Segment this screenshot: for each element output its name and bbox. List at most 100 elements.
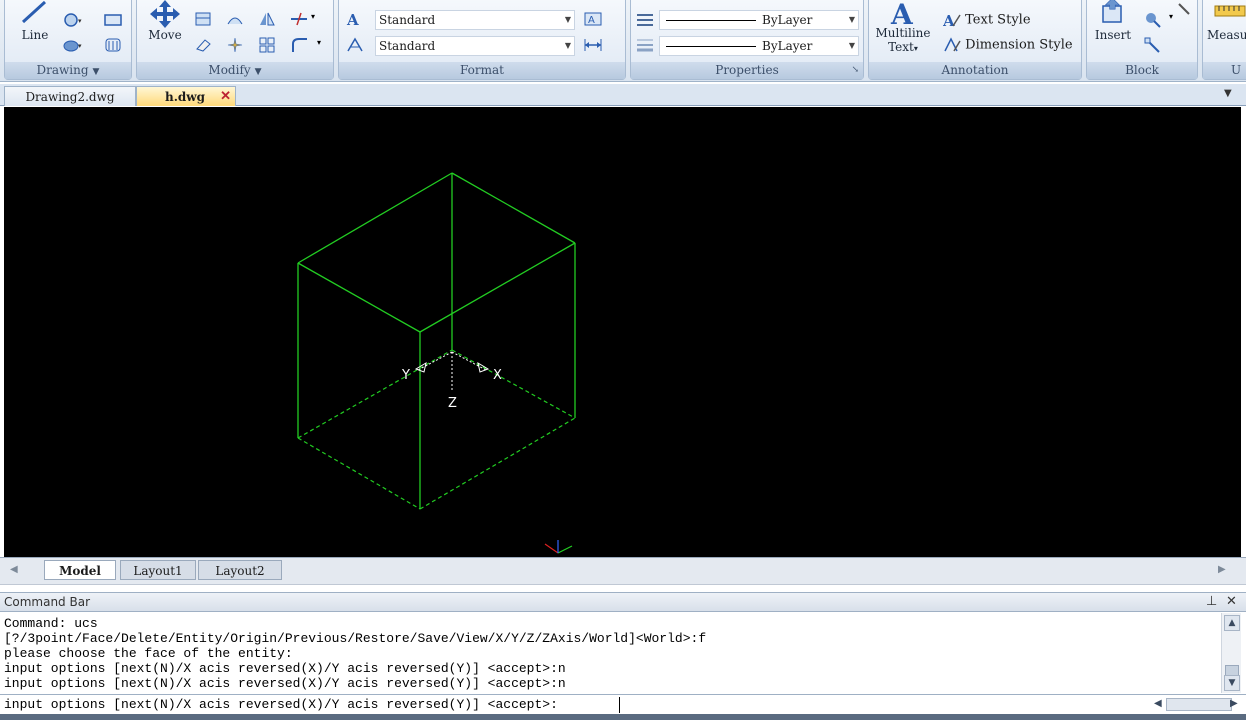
linetype-combo[interactable]: ByLayer ▼ bbox=[659, 10, 859, 30]
command-history: Command: ucs [?/3point/Face/Delete/Entit… bbox=[0, 613, 1220, 693]
document-tab-bar: Drawing2.dwg h.dwg ✕ ▼ bbox=[0, 84, 1246, 106]
format-panel: A Standard ▼ A Standard ▼ Format bbox=[338, 0, 626, 80]
move-button[interactable]: Move bbox=[141, 0, 189, 58]
properties-panel-label[interactable]: Properties ↘ bbox=[631, 62, 863, 79]
history-line: input options [next(N)/X acis reversed(X… bbox=[4, 661, 566, 676]
format-panel-label[interactable]: Format bbox=[339, 62, 625, 79]
measure-label: Measu bbox=[1207, 28, 1246, 42]
create-block-icon[interactable] bbox=[1143, 10, 1163, 28]
layout-scroll-right-icon[interactable]: ▶ bbox=[1218, 564, 1226, 575]
create-block-dropdown-icon[interactable]: ▾ bbox=[1169, 12, 1173, 21]
trim-icon[interactable] bbox=[289, 10, 309, 28]
fillet-dropdown-icon[interactable]: ▾ bbox=[317, 38, 321, 47]
hatch-icon[interactable] bbox=[103, 36, 123, 54]
hscroll-left-icon[interactable]: ◀ bbox=[1154, 698, 1162, 709]
tab-h-dwg[interactable]: h.dwg ✕ bbox=[136, 86, 236, 106]
modify-panel-title: Modify bbox=[208, 63, 251, 77]
tab-model[interactable]: Model bbox=[44, 560, 116, 580]
text-style-combo[interactable]: Standard ▼ bbox=[375, 10, 575, 30]
fillet-icon[interactable] bbox=[289, 36, 309, 54]
copy-icon[interactable] bbox=[193, 10, 213, 28]
command-prompt: input options [next(N)/X acis reversed(X… bbox=[4, 697, 558, 712]
ucs-y-axis bbox=[417, 351, 453, 371]
drawing-canvas[interactable]: X Y Z bbox=[4, 107, 1241, 557]
insert-icon bbox=[1102, 0, 1122, 23]
dimension-format-icon[interactable] bbox=[345, 36, 365, 54]
box-edge-bottom-4 bbox=[451, 349, 576, 419]
command-input-line[interactable]: input options [next(N)/X acis reversed(X… bbox=[0, 694, 1246, 714]
text-format-icon[interactable]: A bbox=[583, 10, 603, 28]
explode-icon[interactable] bbox=[225, 36, 245, 54]
line-button[interactable]: Line bbox=[11, 0, 59, 58]
measure-button[interactable]: Measu bbox=[1203, 0, 1246, 58]
box-edge-top-4 bbox=[297, 262, 421, 333]
box-edge-bottom-1 bbox=[297, 437, 421, 510]
chevron-down-icon: ▼ bbox=[848, 41, 855, 50]
box-solid[interactable] bbox=[297, 172, 576, 509]
close-icon[interactable]: ✕ bbox=[1226, 594, 1237, 609]
multiline-text-icon: A bbox=[890, 0, 914, 26]
box-dashed-edges bbox=[297, 349, 576, 510]
dimension-style-button[interactable]: Dimension Style bbox=[943, 37, 1073, 53]
tab-drawing2[interactable]: Drawing2.dwg bbox=[4, 86, 136, 106]
text-style-combo-value: Standard bbox=[379, 13, 436, 27]
dimension-style-format-icon[interactable] bbox=[583, 36, 603, 54]
layout-scroll-left-icon[interactable]: ◀ bbox=[10, 564, 18, 575]
dimension-style-combo[interactable]: Standard ▼ bbox=[375, 36, 575, 56]
scroll-up-icon[interactable]: ▲ bbox=[1224, 615, 1240, 631]
mirror-icon[interactable] bbox=[257, 10, 277, 28]
command-history-scrollbar[interactable]: ▲ ▼ bbox=[1221, 613, 1241, 693]
text-style-button[interactable]: A Text Style bbox=[942, 12, 1031, 30]
command-bar-title: Command Bar bbox=[4, 595, 91, 609]
hscroll-right-icon[interactable]: ▶ bbox=[1230, 698, 1238, 709]
pin-icon[interactable]: ⊥ bbox=[1206, 594, 1217, 609]
dialog-launcher-icon[interactable]: ↘ bbox=[851, 62, 859, 79]
tab-layout1[interactable]: Layout1 bbox=[120, 560, 196, 580]
block-attribute-icon[interactable] bbox=[1175, 0, 1195, 18]
utilities-panel-label[interactable]: U bbox=[1203, 62, 1246, 79]
annotation-panel-label[interactable]: Annotation bbox=[869, 62, 1081, 79]
hscroll-thumb[interactable] bbox=[1166, 698, 1232, 711]
block-panel: Insert ▾ Block bbox=[1086, 0, 1198, 80]
trim-dropdown-icon[interactable]: ▾ bbox=[311, 12, 315, 21]
ucs-x-axis bbox=[451, 351, 487, 371]
box-edge-bottom-3 bbox=[297, 349, 453, 439]
tab-layout2[interactable]: Layout2 bbox=[198, 560, 282, 580]
array-icon[interactable] bbox=[257, 36, 277, 54]
box-edge-top-2 bbox=[451, 172, 576, 244]
text-style-format-icon[interactable]: A bbox=[345, 10, 365, 28]
erase-icon[interactable] bbox=[193, 36, 213, 54]
properties-panel: ByLayer ▼ ByLayer ▼ Properties ↘ bbox=[630, 0, 864, 80]
layout-tab-bar: ◀ Model Layout1 Layout2 ▶ bbox=[0, 557, 1246, 585]
close-icon[interactable]: ✕ bbox=[220, 87, 231, 107]
linetype-icon[interactable] bbox=[635, 10, 655, 28]
ucs-icon: X Y Z bbox=[401, 351, 502, 411]
circle-icon[interactable]: ▾ bbox=[63, 11, 83, 29]
insert-button[interactable]: Insert bbox=[1089, 0, 1137, 58]
ribbon: Line ▾ ▾ Drawing ▼ Move ▾ ▾ Modify ▼ A S… bbox=[0, 0, 1246, 82]
tab-list-dropdown-icon[interactable]: ▼ bbox=[1224, 88, 1232, 99]
modify-panel-label[interactable]: Modify ▼ bbox=[137, 62, 333, 79]
dimension-style-combo-value: Standard bbox=[379, 39, 436, 53]
rectangle-icon[interactable] bbox=[103, 11, 123, 29]
model-space-view[interactable]: X Y Z bbox=[4, 107, 1241, 557]
tab-drawing2-label: Drawing2.dwg bbox=[25, 90, 115, 104]
lineweight-combo[interactable]: ByLayer ▼ bbox=[659, 36, 859, 56]
multiline-text-button[interactable]: A Multiline Text▾ bbox=[871, 0, 935, 58]
command-bar-header: Command Bar ⊥ ✕ bbox=[0, 592, 1246, 612]
drawing-panel-label[interactable]: Drawing ▼ bbox=[5, 62, 131, 79]
lineweight-icon[interactable] bbox=[635, 36, 655, 54]
region-icon[interactable]: ▾ bbox=[63, 36, 83, 54]
scroll-down-icon[interactable]: ▼ bbox=[1224, 675, 1240, 691]
drawing-panel-title: Drawing bbox=[36, 63, 89, 77]
stretch-icon[interactable] bbox=[225, 10, 245, 28]
svg-text:▾: ▾ bbox=[78, 42, 82, 50]
box-edge-bottom-2 bbox=[419, 417, 576, 510]
utilities-panel: Measu U bbox=[1202, 0, 1246, 80]
lineweight-preview bbox=[666, 46, 756, 47]
tab-layout2-label: Layout2 bbox=[215, 564, 265, 578]
chevron-down-icon: ▾ bbox=[913, 44, 918, 53]
chevron-down-icon: ▼ bbox=[848, 15, 855, 24]
edit-block-icon[interactable] bbox=[1143, 36, 1163, 54]
block-panel-label[interactable]: Block bbox=[1087, 62, 1197, 79]
